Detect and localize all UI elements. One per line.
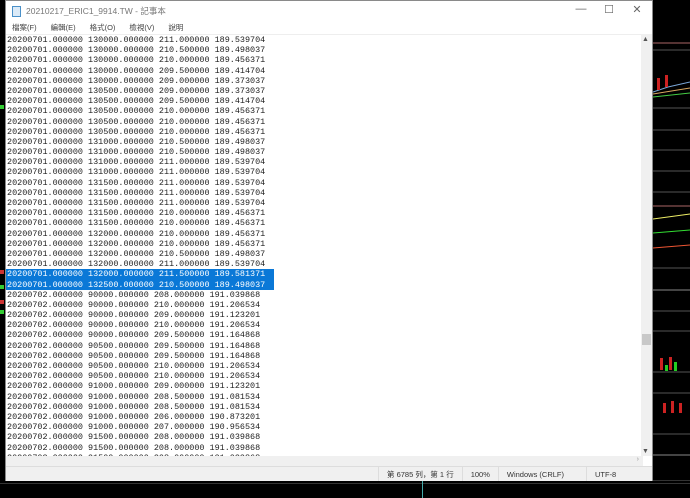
menu-file[interactable]: 檔案(F) (12, 22, 37, 33)
minimize-button[interactable]: — (566, 3, 596, 15)
text-line: 20200702.000000 90000.000000 209.000000 … (7, 310, 261, 321)
text-line: 20200702.000000 90500.000000 209.500000 … (7, 340, 261, 351)
scroll-down-icon[interactable]: ▼ (642, 448, 649, 455)
close-button[interactable]: ✕ (622, 3, 652, 16)
horizontal-scrollbar[interactable]: › (6, 456, 643, 466)
menu-view[interactable]: 檢視(V) (129, 22, 154, 33)
text-line: 20200701.000000 130000.000000 210.000000… (7, 55, 266, 66)
text-line: 20200701.000000 130500.000000 209.500000… (7, 96, 266, 107)
text-line: 20200702.000000 91000.000000 209.000000 … (7, 381, 261, 392)
vertical-scrollbar[interactable]: ▲ ▼ (641, 34, 652, 456)
notepad-icon (12, 5, 21, 17)
text-line: 20200702.000000 90500.000000 210.000000 … (7, 371, 261, 382)
text-line: 20200701.000000 130500.000000 210.000000… (7, 126, 266, 137)
background-stock-chart (653, 42, 690, 481)
cursor-position: 第 6785 列，第 1 行 (378, 467, 462, 481)
text-line: 20200701.000000 132000.000000 210.000000… (7, 228, 266, 239)
text-line: 20200701.000000 132000.000000 211.000000… (7, 259, 266, 270)
text-line: 20200701.000000 130500.000000 210.000000… (7, 116, 266, 127)
text-line: 20200701.000000 131000.000000 210.500000… (7, 147, 266, 158)
menu-edit[interactable]: 編輯(E) (51, 22, 76, 33)
text-line: 20200701.000000 131000.000000 211.000000… (7, 157, 266, 168)
text-line: 20200702.000000 91000.000000 208.500000 … (7, 401, 261, 412)
text-line: 20200702.000000 90500.000000 209.500000 … (7, 350, 261, 361)
scroll-right-icon[interactable]: › (637, 456, 639, 463)
text-line: 20200701.000000 131500.000000 210.000000… (7, 208, 266, 219)
text-line: 20200701.000000 132000.000000 210.000000… (7, 238, 266, 249)
encoding: UTF-8 (585, 467, 624, 481)
text-line: 20200701.000000 130000.000000 209.500000… (7, 65, 266, 76)
text-line: 20200701.000000 132000.000000 210.500000… (7, 248, 266, 259)
text-line: 20200701.000000 131000.000000 211.000000… (7, 167, 266, 178)
maximize-button[interactable]: ☐ (594, 3, 624, 16)
title-bar[interactable]: 20210217_ERIC1_9914.TW - 記事本 (6, 1, 652, 21)
scrollbar-thumb[interactable] (642, 334, 651, 345)
text-line: 20200701.000000 131000.000000 210.500000… (7, 136, 266, 147)
text-line: 20200701.000000 130500.000000 209.000000… (7, 85, 266, 96)
zoom-level: 100% (461, 467, 498, 481)
notepad-window: 20210217_ERIC1_9914.TW - 記事本 — ☐ ✕ 檔案(F)… (5, 0, 653, 481)
chart-gridline (0, 483, 690, 484)
menu-format[interactable]: 格式(O) (90, 22, 116, 33)
text-line: 20200702.000000 90000.000000 208.000000 … (7, 289, 261, 300)
text-line: 20200701.000000 130000.000000 209.000000… (7, 75, 266, 86)
menu-help[interactable]: 說明 (168, 22, 183, 33)
text-line: 20200701.000000 131500.000000 210.000000… (7, 218, 266, 229)
chart-cursor-line (422, 481, 423, 498)
text-line: 20200702.000000 91500.000000 208.000000 … (7, 442, 261, 453)
text-line: 20200702.000000 91000.000000 208.500000 … (7, 391, 261, 402)
window-title: 20210217_ERIC1_9914.TW - 記事本 (26, 6, 166, 16)
text-line: 20200702.000000 91000.000000 207.000000 … (7, 422, 261, 433)
status-bar: 第 6785 列，第 1 行 100% Windows (CRLF) UTF-8 (6, 466, 652, 481)
text-line: 20200701.000000 131500.000000 211.000000… (7, 198, 266, 208)
text-line: 20200702.000000 91500.000000 208.000000 … (7, 432, 261, 443)
text-line: 20200701.000000 130000.000000 211.000000… (7, 35, 266, 45)
selected-text-line: 20200701.000000 132000.000000 211.500000… (6, 269, 274, 280)
menu-bar: 檔案(F) 編輯(E) 格式(O) 檢視(V) 說明 (6, 21, 652, 34)
selected-text-line: 20200701.000000 132500.000000 210.500000… (6, 279, 274, 290)
text-line: 20200702.000000 90500.000000 210.000000 … (7, 361, 261, 371)
scroll-up-icon[interactable]: ▲ (642, 36, 649, 43)
text-editor-area[interactable]: 20200701.000000 130000.000000 211.000000… (6, 34, 643, 456)
text-line: 20200702.000000 90000.000000 210.000000 … (7, 320, 261, 331)
text-line: 20200701.000000 131500.000000 211.000000… (7, 177, 266, 188)
line-ending: Windows (CRLF) (497, 467, 586, 481)
text-line: 20200701.000000 130500.000000 210.000000… (7, 106, 266, 117)
text-line: 20200702.000000 90000.000000 209.500000 … (7, 330, 261, 341)
text-line: 20200702.000000 90000.000000 210.000000 … (7, 299, 261, 310)
text-line: 20200702.000000 91000.000000 206.000000 … (7, 411, 261, 422)
text-line: 20200701.000000 131500.000000 211.000000… (7, 187, 266, 198)
text-line: 20200701.000000 130000.000000 210.500000… (7, 45, 266, 56)
